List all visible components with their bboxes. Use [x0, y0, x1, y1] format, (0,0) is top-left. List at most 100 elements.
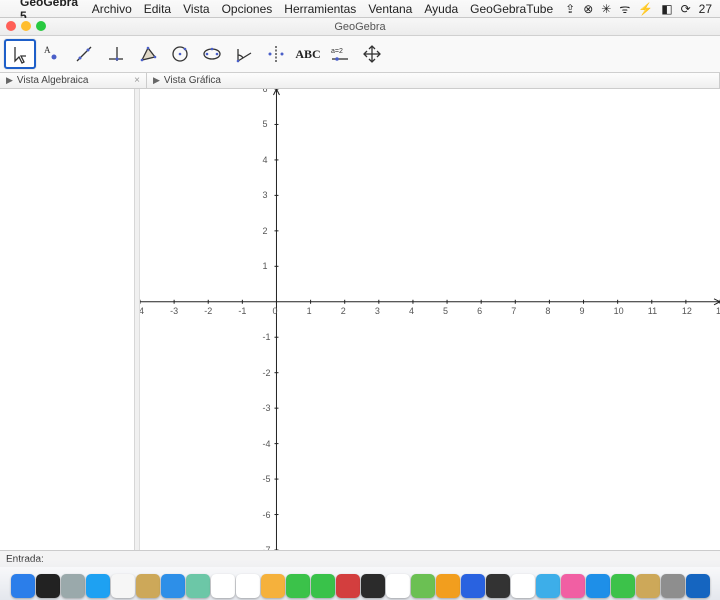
dock-screen[interactable] — [536, 574, 560, 598]
dock-ibooks[interactable] — [436, 574, 460, 598]
angle-icon — [233, 43, 255, 65]
y-tick-label: 4 — [262, 155, 267, 165]
algebra-view[interactable] — [0, 89, 135, 550]
y-tick-label: -2 — [262, 368, 270, 378]
x-tick-label: -3 — [170, 306, 178, 316]
y-tick-label: -6 — [262, 510, 270, 520]
bluetooth-icon[interactable]: ✳ — [601, 2, 611, 16]
y-tick-label: -1 — [262, 332, 270, 342]
dock-messages[interactable] — [286, 574, 310, 598]
volume-icon[interactable]: ⟳ — [681, 2, 691, 16]
menu-opciones[interactable]: Opciones — [222, 2, 273, 16]
x-tick-label: 11 — [648, 306, 657, 316]
window-titlebar: GeoGebra — [0, 18, 720, 36]
x-tick-label: 8 — [545, 306, 550, 316]
tool-text[interactable]: ABC — [292, 39, 324, 69]
dock-photos-a[interactable] — [186, 574, 210, 598]
tool-ellipse[interactable] — [196, 39, 228, 69]
graphics-view[interactable]: -4-3-2-1012345678910111213-7-6-5-4-3-2-1… — [140, 89, 720, 550]
coordinate-plane[interactable] — [140, 89, 720, 550]
x-tick-label: 9 — [580, 306, 585, 316]
move-view-icon — [361, 43, 383, 65]
dropbox-icon[interactable]: ⇪ — [565, 2, 575, 16]
chevron-right-icon: ▶ — [6, 75, 13, 86]
y-tick-label: 3 — [262, 190, 267, 200]
dock-outlook[interactable] — [686, 574, 710, 598]
x-tick-label: 10 — [614, 306, 624, 316]
dock-socrative[interactable] — [336, 574, 360, 598]
dock-itunes[interactable] — [561, 574, 585, 598]
tab-algebra-label: Vista Algebraica — [17, 75, 89, 86]
dock-notes1[interactable] — [136, 574, 160, 598]
perpendicular-icon — [105, 43, 127, 65]
sync-icon[interactable]: ⊗ — [583, 2, 593, 16]
dock-iwork[interactable] — [261, 574, 285, 598]
menu-archivo[interactable]: Archivo — [92, 2, 132, 16]
tool-move-view[interactable] — [356, 39, 388, 69]
cursor-icon — [9, 43, 31, 65]
y-tick-label: -4 — [262, 439, 270, 449]
menu-vista[interactable]: Vista — [183, 2, 209, 16]
tool-perpendicular[interactable] — [100, 39, 132, 69]
window-title: GeoGebra — [334, 21, 385, 33]
dock-chrome[interactable] — [111, 574, 135, 598]
y-tick-label: 6 — [262, 89, 267, 94]
dock-mail[interactable] — [161, 574, 185, 598]
minimize-window-button[interactable] — [21, 21, 31, 31]
point-icon: A — [41, 43, 63, 65]
dock-preview[interactable] — [461, 574, 485, 598]
mac-menubar: GeoGebra 5 Archivo Edita Vista Opciones … — [0, 0, 720, 18]
tool-slider[interactable]: a=2 — [324, 39, 356, 69]
menu-ayuda[interactable]: Ayuda — [424, 2, 458, 16]
menu-herramientas[interactable]: Herramientas — [284, 2, 356, 16]
dock-calendar[interactable] — [211, 574, 235, 598]
dock-photos[interactable] — [386, 574, 410, 598]
dock-wechat[interactable] — [311, 574, 335, 598]
menu-edita[interactable]: Edita — [144, 2, 171, 16]
menu-ventana[interactable]: Ventana — [368, 2, 412, 16]
tool-point[interactable]: A — [36, 39, 68, 69]
dock-maps[interactable] — [411, 574, 435, 598]
dock-siri[interactable] — [36, 574, 60, 598]
display-icon[interactable]: ◧ — [661, 2, 672, 16]
y-tick-label: 1 — [262, 261, 267, 271]
dock-notes2[interactable] — [636, 574, 660, 598]
tool-circle[interactable] — [164, 39, 196, 69]
dock-whatsapp[interactable] — [611, 574, 635, 598]
tool-polygon[interactable] — [132, 39, 164, 69]
traffic-lights — [6, 21, 46, 31]
zoom-window-button[interactable] — [36, 21, 46, 31]
dock-activity[interactable] — [486, 574, 510, 598]
x-tick-label: 3 — [375, 306, 380, 316]
svg-text:a=2: a=2 — [331, 48, 343, 55]
close-algebra-icon[interactable]: × — [128, 75, 140, 86]
battery-icon[interactable]: ⚡ — [638, 2, 653, 16]
x-tick-label: 6 — [477, 306, 482, 316]
tool-angle[interactable] — [228, 39, 260, 69]
menu-geogebratube[interactable]: GeoGebraTube — [470, 2, 553, 16]
tool-move[interactable] — [4, 39, 36, 69]
dock-appstore[interactable] — [586, 574, 610, 598]
chevron-right-icon: ▶ — [153, 75, 160, 86]
dock-reminders[interactable] — [236, 574, 260, 598]
close-window-button[interactable] — [6, 21, 16, 31]
dock-geogebra[interactable] — [511, 574, 535, 598]
dock-safari[interactable] — [86, 574, 110, 598]
dock-collage[interactable] — [361, 574, 385, 598]
tab-graphics[interactable]: ▶ Vista Gráfica — [147, 73, 720, 88]
dock-settings[interactable] — [661, 574, 685, 598]
ellipse-icon — [201, 43, 223, 65]
tab-graphics-label: Vista Gráfica — [164, 75, 221, 86]
tab-algebra[interactable]: ▶ Vista Algebraica × — [0, 73, 147, 88]
dock-finder[interactable] — [11, 574, 35, 598]
text-icon: ABC — [295, 47, 320, 62]
tool-line[interactable] — [68, 39, 100, 69]
x-tick-label: -4 — [140, 306, 144, 316]
polygon-icon — [137, 43, 159, 65]
dock-launchpad[interactable] — [61, 574, 85, 598]
tool-reflect[interactable] — [260, 39, 292, 69]
clock[interactable]: 27 — [699, 2, 712, 16]
x-tick-label: 7 — [511, 306, 516, 316]
wifi-icon[interactable]: ᯤ — [619, 0, 630, 17]
circle-icon — [169, 43, 191, 65]
